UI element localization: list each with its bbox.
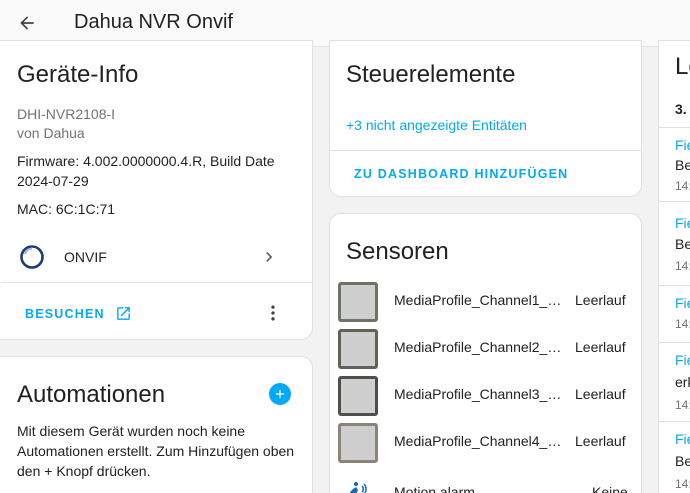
logbook-message: erk: [675, 374, 690, 390]
logbook-entity: Fie: [675, 137, 690, 153]
logbook-time: 14:: [675, 259, 690, 273]
automations-text-line-1: Mit diesem Gerät wurden noch keine: [17, 423, 245, 439]
firmware-line-2: 2024-07-29: [17, 173, 89, 189]
logbook-entity: Fie: [675, 352, 690, 368]
device-info-title: Geräte-Info: [17, 61, 139, 88]
logbook-message: Be: [675, 236, 690, 252]
logbook-time: 14:: [675, 317, 690, 331]
visit-button[interactable]: BESUCHEN: [25, 305, 132, 322]
sensor-state: Leerlauf: [575, 339, 626, 355]
logbook-title: Lo: [675, 53, 690, 80]
controls-title: Steuerelemente: [346, 61, 516, 88]
integration-row-onvif[interactable]: ONVIF: [1, 233, 312, 281]
device-manufacturer: von Dahua: [17, 125, 85, 141]
logbook-entry[interactable]: Fie erk 14:: [659, 342, 690, 420]
add-automation-button[interactable]: [269, 383, 291, 405]
camera-thumbnail: [338, 423, 378, 463]
integration-name: ONVIF: [64, 249, 107, 265]
logbook-time: 14:: [675, 179, 690, 193]
sensor-row[interactable]: Motion alarm Keine: [338, 472, 638, 493]
logbook-entity: Fie: [675, 295, 690, 311]
logbook-entity: Fie: [675, 215, 690, 231]
logbook-entry[interactable]: Fie Be 14:: [659, 201, 690, 273]
card-divider: [1, 282, 312, 283]
sensor-name: MediaProfile_Channel1_S...: [394, 292, 566, 308]
chevron-right-icon: [266, 252, 273, 262]
visit-label: BESUCHEN: [25, 307, 105, 321]
logbook-message: Be: [675, 453, 690, 469]
logbook-date: 3.: [675, 101, 687, 117]
sensor-state: Keine: [592, 484, 628, 493]
card-divider: [330, 150, 641, 151]
sensor-row[interactable]: MediaProfile_Channel3_S... Leerlauf: [338, 374, 638, 418]
automations-card: Automationen Mit diesem Gerät wurden noc…: [0, 356, 313, 493]
add-to-dashboard-button[interactable]: ZU DASHBOARD HINZUFÜGEN: [354, 167, 568, 181]
controls-card: Steuerelemente +3 nicht angezeigte Entit…: [329, 40, 642, 197]
automations-text-line-2: Automationen erstellt. Zum Hinzufügen ob…: [17, 443, 295, 459]
dots-vertical-icon: [271, 305, 275, 321]
sensor-name: MediaProfile_Channel4_S...: [394, 433, 566, 449]
automations-text-line-3: den + Knopf drücken.: [17, 463, 151, 479]
hidden-entities-link[interactable]: +3 nicht angezeigte Entitäten: [346, 115, 527, 135]
logbook-time: 14:: [675, 398, 690, 412]
sensor-row[interactable]: MediaProfile_Channel1_S... Leerlauf: [338, 280, 638, 324]
motion-sensor-icon: [350, 482, 367, 493]
sensor-row[interactable]: MediaProfile_Channel2_S... Leerlauf: [338, 327, 638, 371]
sensors-card: Sensoren MediaProfile_Channel1_S... Leer…: [329, 213, 642, 493]
logbook-entry[interactable]: Fie Be 14:: [659, 127, 690, 193]
mac-address: MAC: 6C:1C:71: [17, 201, 116, 217]
sensor-name: MediaProfile_Channel3_S...: [394, 386, 566, 402]
camera-thumbnail: [338, 282, 378, 322]
automations-title: Automationen: [17, 381, 166, 408]
page-title: Dahua NVR Onvif: [74, 11, 233, 33]
sensors-title: Sensoren: [346, 238, 449, 265]
device-model: DHI-NVR2108-I: [17, 106, 116, 122]
camera-thumbnail: [338, 376, 378, 416]
logbook-entry[interactable]: Fie 14:: [659, 285, 690, 341]
logbook-entry[interactable]: Fie Be 14:: [659, 421, 690, 493]
overflow-menu-button[interactable]: [261, 301, 285, 325]
arrow-left-icon: [20, 16, 34, 30]
firmware-line-1: Firmware: 4.002.0000000.4.R, Build Date: [17, 153, 275, 169]
sensor-state: Leerlauf: [575, 386, 626, 402]
camera-thumbnail: [338, 329, 378, 369]
sensor-state: Leerlauf: [575, 292, 626, 308]
sensor-name: MediaProfile_Channel2_S...: [394, 339, 566, 355]
logbook-entity: Fie: [675, 431, 690, 447]
onvif-logo-icon: [20, 245, 44, 269]
logbook-card: Lo 3. Fie Be 14: Fie Be 14: Fie 14: Fie …: [658, 40, 690, 493]
logbook-message: Be: [675, 157, 690, 173]
logbook-time: 14:: [675, 477, 690, 491]
sensor-name: Motion alarm: [394, 484, 475, 493]
open-in-new-icon: [117, 307, 131, 320]
sensor-row[interactable]: MediaProfile_Channel4_S... Leerlauf: [338, 421, 638, 465]
sensor-state: Leerlauf: [575, 433, 626, 449]
back-button[interactable]: [12, 8, 42, 38]
plus-icon: [275, 389, 285, 399]
device-info-card: Geräte-Info DHI-NVR2108-I von Dahua Firm…: [0, 40, 313, 340]
